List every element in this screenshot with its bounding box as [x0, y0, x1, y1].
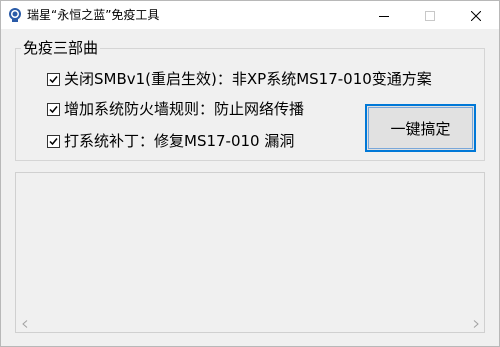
checkmark-icon [49, 137, 58, 145]
horizontal-scrollbar[interactable] [16, 315, 484, 332]
rising-logo-icon [7, 7, 23, 23]
group-title: 免疫三部曲 [21, 39, 101, 57]
option-firewall-rule[interactable]: 增加系统防火墙规则：防止网络传播 [47, 99, 304, 119]
checkmark-icon [49, 75, 58, 83]
disable-smbv1-checkbox[interactable] [47, 72, 60, 86]
window-title: 瑞星“永恒之蓝”免疫工具 [27, 8, 160, 22]
install-patch-label: 打系统补丁：修复MS17-010 漏洞 [64, 132, 295, 150]
firewall-rule-label: 增加系统防火墙规则：防止网络传播 [64, 100, 305, 118]
title-bar[interactable]: 瑞星“永恒之蓝”免疫工具 [1, 1, 499, 29]
minimize-button[interactable] [361, 1, 407, 29]
firewall-rule-checkbox[interactable] [47, 102, 60, 116]
disable-smbv1-label: 关闭SMBv1(重启生效)：非XP系统MS17-010变通方案 [64, 70, 432, 88]
minimize-icon [379, 6, 389, 25]
one-click-fix-button[interactable]: 一键搞定 [365, 104, 476, 152]
close-button[interactable] [453, 1, 499, 29]
checkmark-icon [49, 105, 58, 113]
maximize-button [407, 1, 453, 29]
option-disable-smbv1[interactable]: 关闭SMBv1(重启生效)：非XP系统MS17-010变通方案 [47, 69, 432, 89]
app-window: 瑞星“永恒之蓝”免疫工具 免疫三部曲 关闭SMBv1(重启生效)：非XP系统MS… [0, 0, 500, 347]
close-icon [470, 6, 482, 25]
option-install-patch[interactable]: 打系统补丁：修复MS17-010 漏洞 [47, 131, 294, 151]
fix-button-label: 一键搞定 [390, 119, 451, 138]
scroll-right-arrow-icon[interactable] [467, 315, 484, 332]
install-patch-checkbox[interactable] [47, 134, 60, 148]
scroll-left-arrow-icon[interactable] [16, 315, 33, 332]
log-output[interactable] [15, 172, 485, 333]
maximize-icon [425, 6, 435, 25]
